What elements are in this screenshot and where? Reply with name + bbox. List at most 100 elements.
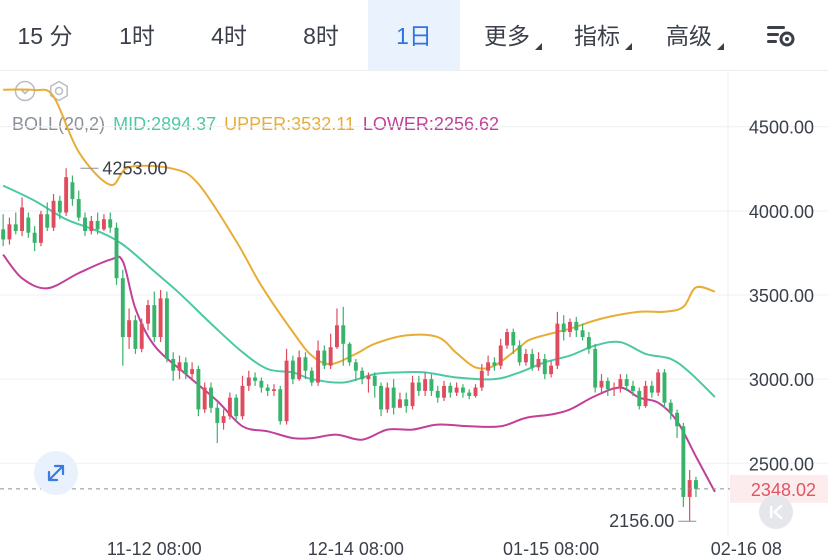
candle-body (467, 392, 472, 396)
candle (284, 348, 289, 425)
skip-back-button[interactable] (759, 495, 793, 529)
candle-body (164, 298, 169, 359)
candle (523, 348, 528, 366)
candle (76, 190, 81, 221)
candle-body (309, 370, 314, 383)
candle (612, 382, 617, 396)
x-tick-label: 01-15 08:00 (503, 539, 599, 559)
candle-body (190, 369, 195, 375)
candle (353, 358, 358, 381)
candle-body (347, 343, 352, 363)
y-tick-label: 4000.00 (749, 202, 814, 222)
candle (498, 338, 503, 370)
y-tick-label: 3500.00 (749, 286, 814, 306)
candle (649, 380, 654, 398)
candle-body (536, 358, 541, 368)
candle (555, 311, 560, 370)
candle-body (234, 397, 239, 417)
candle-body (171, 358, 176, 371)
candle (234, 394, 239, 422)
candle (561, 315, 566, 341)
candle-body (586, 337, 591, 349)
candle-body (95, 220, 100, 230)
candle (656, 369, 661, 396)
candle (209, 382, 213, 413)
candle-body (133, 320, 138, 349)
candle-body (64, 177, 69, 213)
candle (435, 385, 440, 403)
candle (580, 323, 585, 341)
candle (568, 318, 572, 338)
candle-body (215, 407, 220, 423)
candle (668, 399, 673, 420)
candle-body (177, 362, 182, 371)
candle-body (265, 387, 270, 391)
candle (297, 350, 302, 381)
candle (278, 385, 283, 425)
candle-body (221, 416, 226, 423)
candle-body (631, 385, 635, 391)
candle-body (498, 345, 503, 366)
candle (675, 409, 680, 439)
candle-body (353, 362, 358, 371)
candle (694, 476, 698, 497)
candle-body (360, 370, 365, 380)
candle-body (328, 347, 333, 366)
candle (454, 382, 459, 396)
candle-body (152, 305, 157, 338)
candle-body (83, 217, 87, 232)
candle-body (593, 348, 598, 388)
min-price-label: 2156.00 (609, 511, 674, 531)
candle (605, 377, 610, 396)
candle-body (624, 379, 629, 386)
candle-body (51, 200, 56, 228)
candle (328, 333, 333, 370)
candle (108, 212, 113, 233)
candle (505, 328, 509, 349)
expand-chart-button[interactable] (34, 451, 78, 495)
candlestick-chart[interactable]: 4500.00 4000.00 3500.00 3000.00 2500.00 11-1… (0, 0, 828, 560)
candle (215, 402, 220, 444)
candle (517, 340, 522, 366)
candle-body (460, 387, 465, 393)
candle-body (45, 214, 50, 228)
candle (290, 355, 295, 385)
candle (360, 367, 365, 385)
candle (114, 222, 119, 285)
candle-body (379, 385, 383, 410)
candle (379, 382, 383, 417)
candle-body (423, 379, 428, 391)
candle-body (511, 332, 516, 346)
candle-body (435, 390, 440, 398)
candle (158, 289, 163, 343)
candle-body (618, 379, 623, 388)
expand-arrows-icon (47, 464, 65, 482)
candle-body (397, 399, 402, 408)
candle-body (240, 385, 245, 417)
candle (246, 370, 251, 391)
candle-body (643, 385, 648, 407)
candle (196, 365, 201, 417)
candle (460, 384, 465, 398)
candle-body (505, 332, 509, 346)
max-price-label: 4253.00 (102, 158, 167, 178)
candle (637, 387, 642, 410)
candle (259, 377, 264, 393)
candle-body (297, 357, 302, 380)
candle-body (322, 350, 327, 366)
candle (423, 372, 428, 396)
candle-body (278, 389, 283, 422)
y-tick-label: 2500.00 (749, 454, 814, 474)
candle-body (599, 380, 604, 388)
candle (83, 212, 87, 237)
candle-body (57, 200, 62, 213)
candle-body (479, 370, 484, 388)
candle-body (284, 360, 289, 422)
candle (586, 332, 591, 354)
candle-body (574, 321, 579, 331)
candle-body (486, 362, 491, 371)
candle-body (404, 399, 409, 407)
candle-body (158, 298, 163, 338)
candle (146, 300, 150, 331)
x-tick-label: 12-14 08:00 (308, 539, 404, 559)
